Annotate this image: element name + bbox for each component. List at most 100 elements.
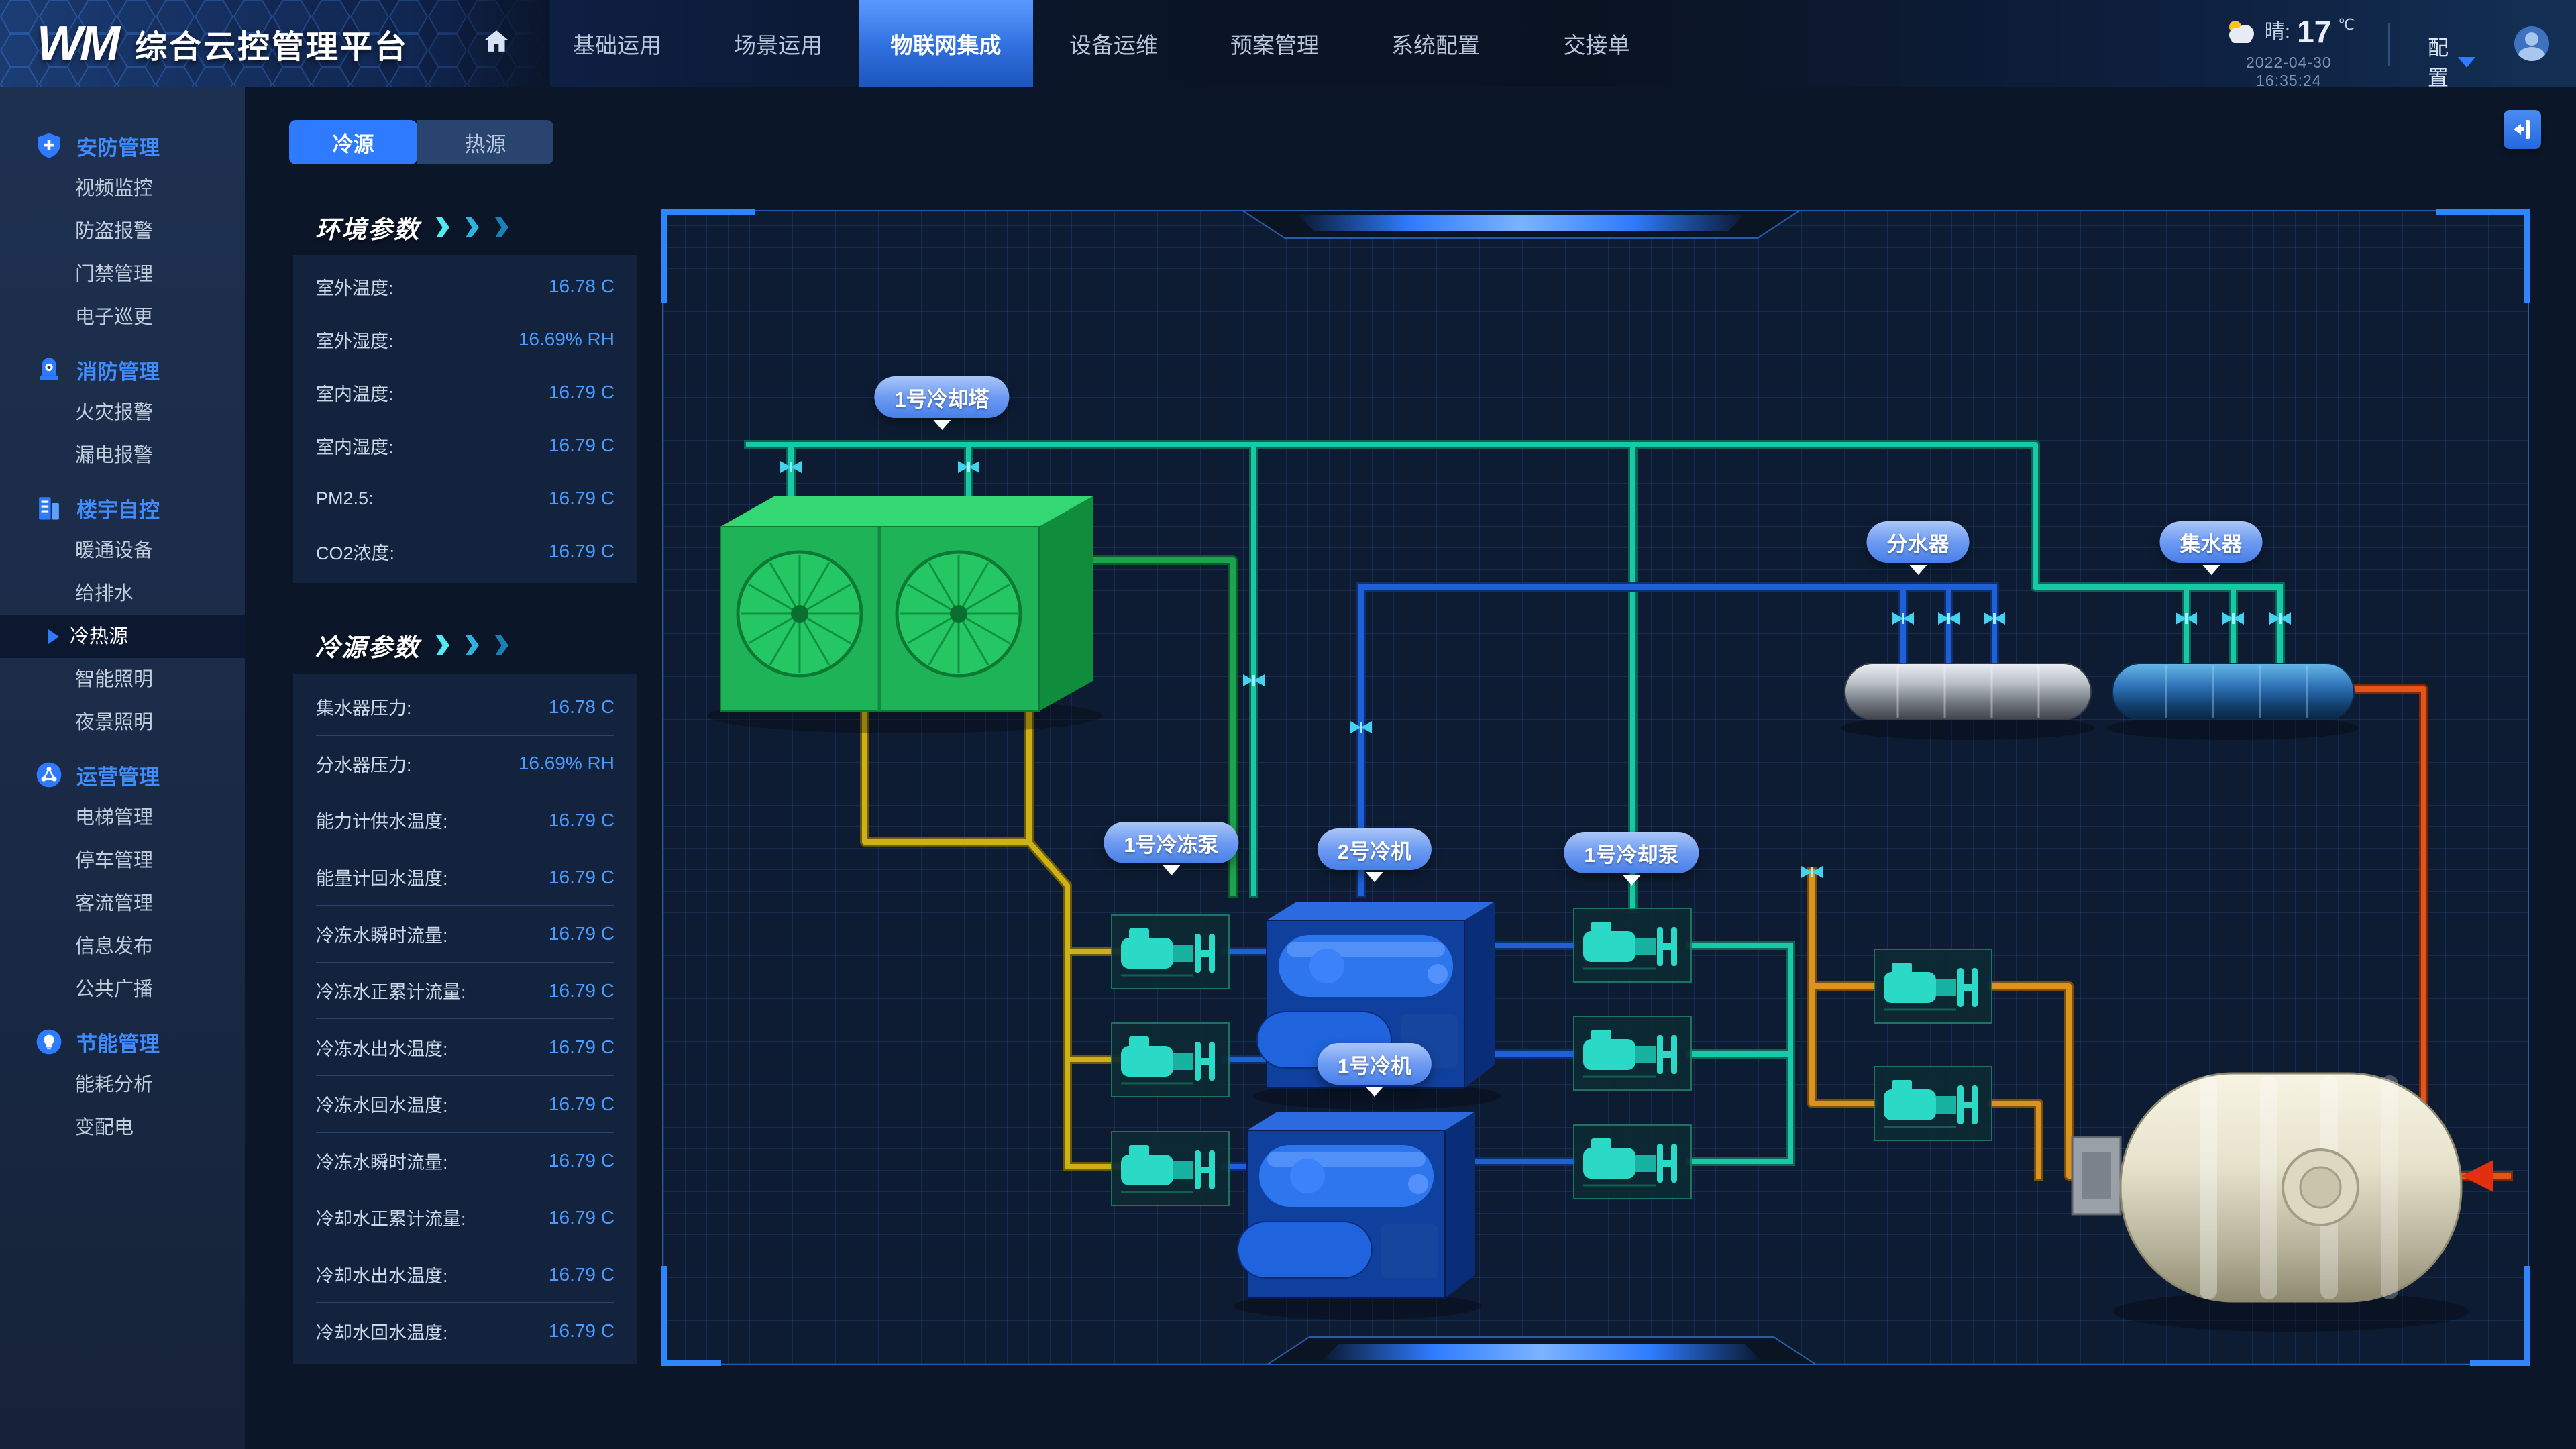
config-label: 配置 bbox=[2428, 31, 2449, 91]
bulb-icon bbox=[35, 1028, 63, 1056]
manifold-tank[interactable] bbox=[1840, 663, 2095, 740]
avatar-body bbox=[2518, 47, 2545, 61]
sidebar-item-energy-analysis[interactable]: 能耗分析 bbox=[0, 1063, 245, 1106]
label-manifold[interactable]: 分水器 bbox=[1867, 521, 1970, 563]
operations-icon bbox=[35, 761, 63, 789]
chiller-1[interactable] bbox=[1234, 1112, 1482, 1320]
sidebar-section-building-automation[interactable]: 楼宇自控 bbox=[0, 486, 245, 529]
weather-unit: ℃ bbox=[2338, 15, 2355, 35]
param-row: 集水器压力:16.78 C bbox=[316, 679, 614, 735]
chilled-water-pumps[interactable] bbox=[1112, 915, 1229, 1205]
hydrant-icon bbox=[35, 356, 63, 384]
frame-corner-bottom-right bbox=[2470, 1266, 2530, 1366]
fan-right bbox=[897, 552, 1020, 676]
sidebar-item-elevator[interactable]: 电梯管理 bbox=[0, 796, 245, 839]
label-collector[interactable]: 集水器 bbox=[2160, 521, 2263, 563]
building-icon bbox=[35, 494, 63, 522]
env-params-panel: 室外温度:16.78 C 室外湿度:16.69% RH 室内温度:16.79 C… bbox=[293, 255, 637, 583]
label-cooling-tower[interactable]: 1号冷却塔 bbox=[874, 376, 1009, 418]
param-row: CO2浓度:16.79 C bbox=[316, 525, 614, 578]
nav-item-scene[interactable]: 场景运用 bbox=[698, 0, 859, 87]
collapse-left-icon bbox=[2511, 118, 2534, 141]
sidebar-section-label: 运营管理 bbox=[76, 760, 160, 790]
config-menu[interactable]: 配置 bbox=[2428, 31, 2475, 91]
cooling-water-pumps[interactable] bbox=[1574, 908, 1691, 1199]
sidebar-section-label: 节能管理 bbox=[76, 1027, 160, 1057]
pipe-cone bbox=[2461, 1160, 2493, 1192]
sidebar-item-video-monitor[interactable]: 视频监控 bbox=[0, 167, 245, 210]
app-root: WM 综合云控管理平台 基础运用 场景运用 物联网集成 设备运维 预案管理 系统… bbox=[0, 0, 2576, 1449]
logo-mark: WM bbox=[37, 16, 117, 71]
sidebar-item-fire-alarm[interactable]: 火灾报警 bbox=[0, 391, 245, 434]
weather-widget: 晴: 17 ℃ 2022-04-30 16:35:24 bbox=[2223, 15, 2355, 90]
main-nav: 基础运用 场景运用 物联网集成 设备运维 预案管理 系统配置 交接单 bbox=[456, 0, 1677, 87]
collapse-panel-button[interactable] bbox=[2504, 110, 2541, 149]
section-title-text: 冷源参数 bbox=[315, 627, 420, 663]
sidebar-item-public-broadcast[interactable]: 公共广播 bbox=[0, 968, 245, 1011]
datetime: 2022-04-30 16:35:24 bbox=[2223, 54, 2355, 90]
label-cooling-pump[interactable]: 1号冷却泵 bbox=[1564, 832, 1699, 873]
sidebar-item-info-release[interactable]: 信息发布 bbox=[0, 925, 245, 968]
nav-item-plan[interactable]: 预案管理 bbox=[1194, 0, 1355, 87]
sidebar-item-burglar-alarm[interactable]: 防盗报警 bbox=[0, 210, 245, 253]
param-row: 室外湿度:16.69% RH bbox=[316, 313, 614, 366]
param-row: 能力计供水温度:16.79 C bbox=[316, 792, 614, 849]
sidebar-section-operations[interactable]: 运营管理 bbox=[0, 753, 245, 796]
param-row: 冷冻水瞬时流量:16.79 C bbox=[316, 905, 614, 962]
top-header: WM 综合云控管理平台 基础运用 场景运用 物联网集成 设备运维 预案管理 系统… bbox=[0, 0, 2576, 87]
fan-left bbox=[738, 552, 861, 676]
sidebar-section-energy[interactable]: 节能管理 bbox=[0, 1020, 245, 1063]
sidebar-section-label: 安防管理 bbox=[76, 131, 160, 161]
avatar-head bbox=[2525, 32, 2538, 46]
home-icon bbox=[483, 28, 510, 60]
sidebar-item-power-distribution[interactable]: 变配电 bbox=[0, 1106, 245, 1149]
sidebar-item-cooling-heat-source[interactable]: 冷热源 bbox=[0, 615, 245, 658]
label-chilled-pump[interactable]: 1号冷冻泵 bbox=[1104, 822, 1238, 863]
hvac-diagram: 1号冷却塔 分水器 集水器 1号冷冻泵 2号冷机 1号冷却泵 1号冷机 bbox=[662, 210, 2529, 1365]
collector-tank[interactable] bbox=[2107, 663, 2359, 740]
sidebar-item-smart-lighting[interactable]: 智能照明 bbox=[0, 658, 245, 701]
param-row: 冷却水回水温度:16.79 C bbox=[316, 1302, 614, 1359]
nav-item-device-ops[interactable]: 设备运维 bbox=[1033, 0, 1194, 87]
chevrons-icon bbox=[436, 217, 449, 237]
condenser-pumps[interactable] bbox=[1874, 949, 1992, 1140]
sidebar-section-security[interactable]: 安防管理 bbox=[0, 124, 245, 167]
header-divider bbox=[2388, 23, 2390, 66]
sidebar-item-water-drainage[interactable]: 给排水 bbox=[0, 572, 245, 615]
label-chiller-1[interactable]: 1号冷机 bbox=[1318, 1043, 1432, 1085]
sidebar-item-label: 冷热源 bbox=[70, 615, 128, 658]
sidebar-item-passenger-flow[interactable]: 客流管理 bbox=[0, 882, 245, 925]
param-row: 冷却水出水温度:16.79 C bbox=[316, 1246, 614, 1303]
chevrons-icon bbox=[436, 635, 449, 655]
sidebar-section-fire[interactable]: 消防管理 bbox=[0, 348, 245, 391]
nav-item-system-config[interactable]: 系统配置 bbox=[1355, 0, 1516, 87]
section-title-text: 环境参数 bbox=[315, 209, 420, 246]
frame-notch-bottom bbox=[1267, 1333, 1817, 1365]
param-row: 冷冻水回水温度:16.79 C bbox=[316, 1075, 614, 1132]
tab-heat-source[interactable]: 热源 bbox=[417, 120, 553, 164]
storage-tank[interactable] bbox=[2072, 1073, 2469, 1332]
frame-corner-top-left bbox=[661, 209, 755, 303]
sidebar-item-access-control[interactable]: 门禁管理 bbox=[0, 253, 245, 296]
frame-notch-top bbox=[1242, 210, 1801, 242]
sidebar-section-label: 楼宇自控 bbox=[76, 493, 160, 523]
nav-item-basic[interactable]: 基础运用 bbox=[537, 0, 698, 87]
sidebar-item-parking[interactable]: 停车管理 bbox=[0, 839, 245, 882]
label-chiller-2[interactable]: 2号冷机 bbox=[1318, 828, 1432, 870]
logo: WM 综合云控管理平台 bbox=[37, 0, 409, 87]
sidebar-item-night-lighting[interactable]: 夜景照明 bbox=[0, 701, 245, 744]
cooling-tower[interactable] bbox=[707, 496, 1103, 733]
sidebar-item-patrol[interactable]: 电子巡更 bbox=[0, 296, 245, 339]
weather-icon bbox=[2223, 19, 2258, 49]
nav-home[interactable] bbox=[456, 0, 537, 87]
avatar[interactable] bbox=[2514, 26, 2549, 61]
tab-cold-source[interactable]: 冷源 bbox=[289, 120, 417, 164]
nav-item-handover[interactable]: 交接单 bbox=[1516, 0, 1677, 87]
sidebar-item-hvac[interactable]: 暖通设备 bbox=[0, 529, 245, 572]
app-title: 综合云控管理平台 bbox=[135, 20, 409, 67]
pipe-yellow bbox=[865, 711, 1118, 1167]
nav-item-iot[interactable]: 物联网集成 bbox=[859, 0, 1033, 87]
param-row: 室内温度:16.79 C bbox=[316, 366, 614, 419]
chevron-down-icon bbox=[2458, 57, 2475, 68]
sidebar-item-leakage-alarm[interactable]: 漏电报警 bbox=[0, 434, 245, 477]
